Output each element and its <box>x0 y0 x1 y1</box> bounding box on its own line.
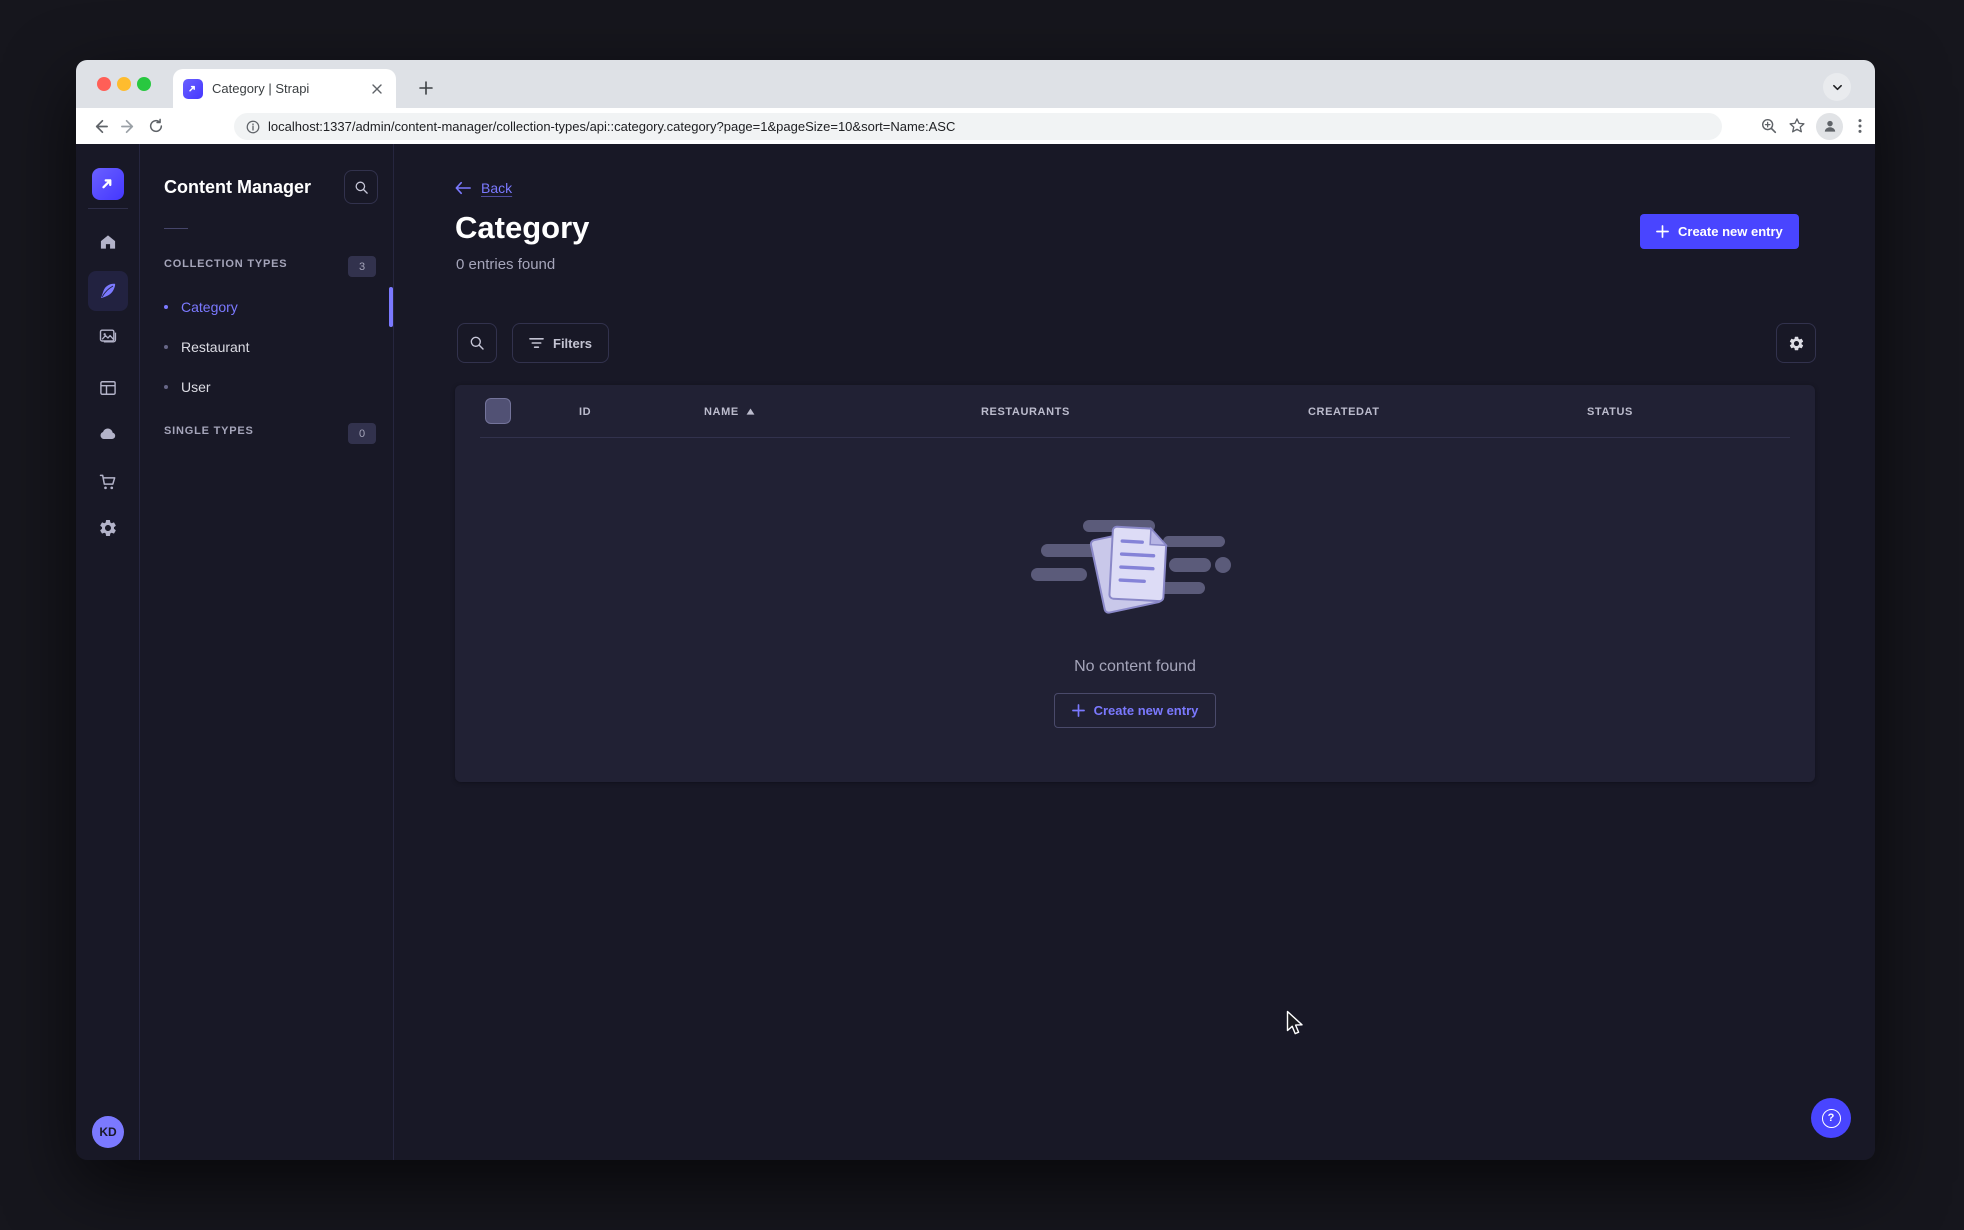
subnav-item-category[interactable]: Category <box>164 295 238 319</box>
entries-count: 0 entries found <box>456 256 556 273</box>
single-types-badge: 0 <box>348 423 376 444</box>
plus-icon <box>1071 704 1085 717</box>
user-initials: KD <box>99 1125 117 1139</box>
bookmark-star-icon[interactable] <box>1788 117 1806 135</box>
back-nav-icon[interactable] <box>86 112 114 140</box>
back-link[interactable]: Back <box>455 180 512 196</box>
gear-icon <box>1789 336 1803 350</box>
column-header-createdat[interactable]: CREATEDAT <box>1308 385 1380 438</box>
subnav-item-label: Category <box>181 299 238 315</box>
window-close-button[interactable] <box>97 77 111 91</box>
single-types-label: SINGLE TYPES <box>164 425 254 437</box>
main-content: Back Category 0 entries found Create new… <box>394 144 1875 1160</box>
column-header-restaurants[interactable]: RESTAURANTS <box>981 385 1070 438</box>
table-header-row: ID NAME RESTAURANTS CREATEDAT STATUS <box>455 385 1815 438</box>
strapi-logo-icon[interactable] <box>92 168 124 200</box>
bullet-icon <box>164 305 168 309</box>
marketplace-cart-icon[interactable] <box>88 462 128 502</box>
column-header-name[interactable]: NAME <box>704 385 755 438</box>
settings-gear-icon[interactable] <box>88 508 128 548</box>
url-bar[interactable]: localhost:1337/admin/content-manager/col… <box>234 113 1722 140</box>
rail-divider <box>88 208 128 209</box>
column-header-status[interactable]: STATUS <box>1587 385 1633 438</box>
empty-documents-illustration <box>1031 520 1231 614</box>
bullet-icon <box>164 385 168 389</box>
collection-types-badge: 3 <box>348 256 376 277</box>
table-search-button[interactable] <box>457 323 497 363</box>
zoom-icon[interactable] <box>1760 117 1778 135</box>
window-zoom-button[interactable] <box>137 77 151 91</box>
empty-state-message: No content found <box>1074 658 1196 675</box>
subnav-item-restaurant[interactable]: Restaurant <box>164 335 249 359</box>
main-nav-rail: KD <box>76 144 140 1160</box>
window-minimize-button[interactable] <box>117 77 131 91</box>
browser-tabstrip: Category | Strapi <box>76 60 1875 108</box>
back-label: Back <box>481 180 513 196</box>
filter-icon <box>529 337 544 349</box>
entries-table: ID NAME RESTAURANTS CREATEDAT STATUS No … <box>455 385 1815 782</box>
search-icon <box>355 181 368 194</box>
browser-menu-icon[interactable] <box>1853 118 1867 134</box>
column-header-id[interactable]: ID <box>579 385 591 438</box>
subnav-item-label: Restaurant <box>181 339 250 355</box>
plus-icon <box>1656 225 1669 238</box>
strapi-favicon-icon <box>183 78 203 99</box>
collection-types-label: COLLECTION TYPES <box>164 258 288 270</box>
strapi-app: KD Content Manager COLLECTION TYPES 3 Ca… <box>76 144 1875 1160</box>
tab-close-icon[interactable] <box>368 80 386 98</box>
active-item-indicator <box>389 287 393 327</box>
filters-label: Filters <box>553 335 593 351</box>
subnav-search-button[interactable] <box>344 170 378 204</box>
media-library-icon[interactable] <box>88 316 128 356</box>
browser-tab[interactable]: Category | Strapi <box>173 69 396 108</box>
search-icon <box>470 336 484 350</box>
filters-button[interactable]: Filters <box>512 323 610 363</box>
mouse-cursor <box>1286 1010 1303 1035</box>
back-arrow-icon <box>455 181 471 195</box>
help-button[interactable]: ? <box>1811 1098 1851 1138</box>
view-settings-button[interactable] <box>1776 323 1816 363</box>
empty-state: No content found Create new entry <box>455 438 1815 782</box>
new-tab-button[interactable] <box>412 74 440 102</box>
content-manager-subnav: Content Manager COLLECTION TYPES 3 Categ… <box>140 144 394 1160</box>
page-title: Category <box>455 210 590 245</box>
question-mark-icon: ? <box>1821 1108 1841 1128</box>
subnav-divider <box>164 228 188 229</box>
select-all-checkbox[interactable] <box>485 398 511 424</box>
desktop: Category | Strapi localhost:1337/admin/c… <box>0 0 1964 1230</box>
create-new-entry-button[interactable]: Create new entry <box>1640 214 1799 249</box>
forward-nav-icon[interactable] <box>114 112 142 140</box>
browser-toolbar: localhost:1337/admin/content-manager/col… <box>76 108 1875 144</box>
url-text: localhost:1337/admin/content-manager/col… <box>268 119 956 134</box>
subnav-item-label: User <box>181 379 211 395</box>
tab-search-chevron-icon[interactable] <box>1823 73 1851 101</box>
content-type-builder-icon[interactable] <box>88 368 128 408</box>
subnav-item-user[interactable]: User <box>164 375 211 399</box>
empty-create-entry-label: Create new entry <box>1093 703 1199 718</box>
tab-title: Category | Strapi <box>212 81 310 96</box>
home-icon[interactable] <box>88 222 128 262</box>
user-avatar[interactable]: KD <box>92 1116 124 1148</box>
content-manager-icon[interactable] <box>88 271 128 311</box>
site-info-icon[interactable] <box>246 120 260 134</box>
cloud-icon[interactable] <box>88 414 128 454</box>
reload-icon[interactable] <box>142 112 170 140</box>
toolbar-right-actions <box>1760 112 1867 140</box>
sort-asc-icon <box>746 408 755 415</box>
browser-profile-icon[interactable] <box>1816 112 1843 140</box>
bullet-icon <box>164 345 168 349</box>
empty-create-entry-button[interactable]: Create new entry <box>1053 693 1217 728</box>
create-new-entry-label: Create new entry <box>1678 224 1783 239</box>
browser-window: Category | Strapi localhost:1337/admin/c… <box>76 60 1875 1160</box>
subnav-title: Content Manager <box>164 177 312 197</box>
